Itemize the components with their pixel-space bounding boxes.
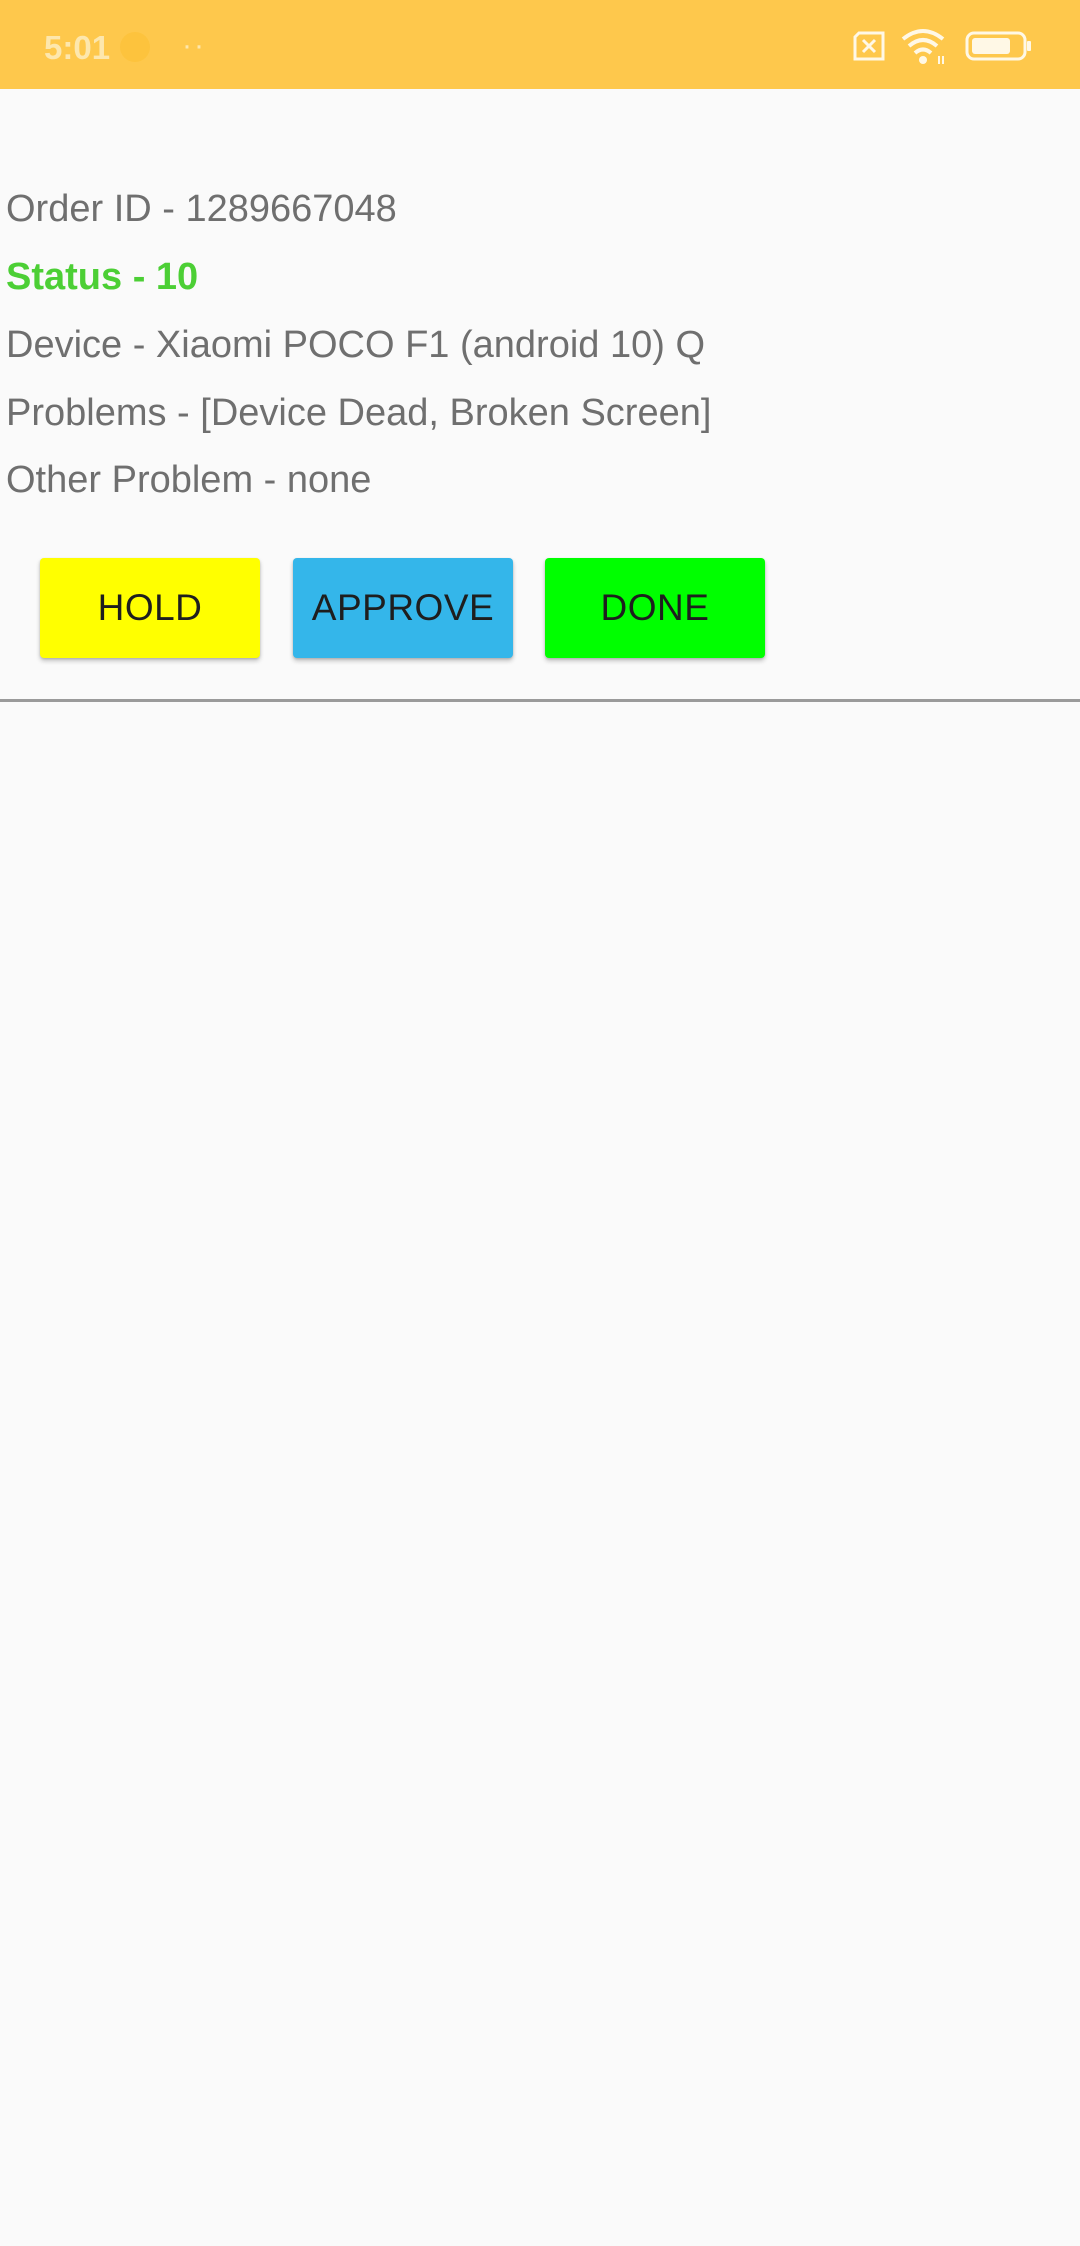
device-text: Device - Xiaomi POCO F1 (android 10) Q: [6, 324, 706, 366]
approve-button[interactable]: APPROVE: [293, 558, 513, 658]
other-problem-text: Other Problem - none: [6, 459, 372, 501]
order-id-text: Order ID - 1289667048: [6, 188, 397, 230]
status-dots: ··: [182, 29, 206, 62]
status-text: Status - 10: [6, 256, 199, 298]
sim-x-icon: [849, 26, 889, 71]
notification-dot-icon: [120, 32, 150, 62]
divider: [0, 699, 1080, 702]
done-button[interactable]: DONE: [545, 558, 765, 658]
problems-text: Problems - [Device Dead, Broken Screen]: [6, 392, 712, 434]
battery-icon: [964, 26, 1034, 71]
status-bar: 5:01 ··: [0, 0, 1080, 89]
wifi-icon: [899, 26, 947, 71]
hold-button[interactable]: HOLD: [40, 558, 260, 658]
status-time: 5:01: [44, 29, 111, 66]
